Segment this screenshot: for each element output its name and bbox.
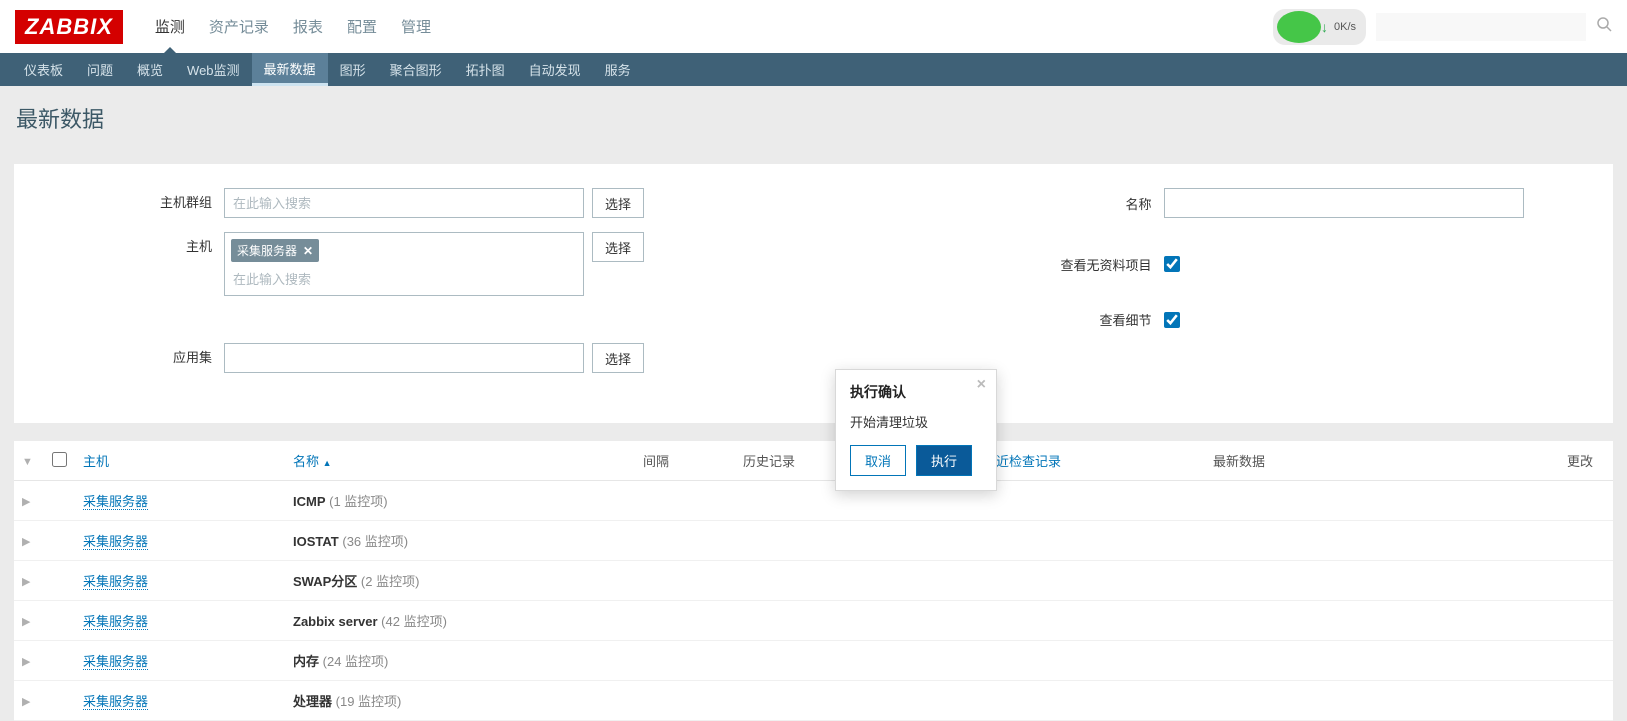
table-row: ▶ 采集服务器 Zabbix server (42 监控项) bbox=[14, 601, 1613, 641]
host-link[interactable]: 采集服务器 bbox=[83, 494, 148, 510]
sub-nav-item[interactable]: 图形 bbox=[328, 53, 378, 86]
data-table: ▼ 主机 名称 ▲ 间隔 历史记录 最近检查记录 最新数据 更改 ▶采集服务器I… bbox=[14, 441, 1613, 721]
search-icon[interactable] bbox=[1596, 16, 1612, 37]
global-search-input[interactable] bbox=[1376, 13, 1586, 41]
main-nav: 监测资产记录报表配置管理 bbox=[143, 0, 443, 53]
network-speed-widget: ↓ 0K/s bbox=[1273, 9, 1366, 45]
app-name: ICMP bbox=[293, 494, 326, 509]
sub-nav-item[interactable]: 仪表板 bbox=[12, 53, 75, 86]
appset-label: 应用集 bbox=[44, 343, 224, 373]
close-icon[interactable]: × bbox=[977, 376, 986, 394]
app-name: IOSTAT bbox=[293, 534, 339, 549]
app-count: (1 监控项) bbox=[329, 494, 388, 509]
show-no-data-checkbox[interactable] bbox=[1164, 256, 1180, 272]
sub-nav-item[interactable]: Web监测 bbox=[175, 53, 252, 86]
table-row: ▶ 采集服务器 IOSTAT (36 监控项) bbox=[14, 521, 1613, 561]
data-table-wrap: ▼ 主机 名称 ▲ 间隔 历史记录 最近检查记录 最新数据 更改 ▶采集服务器I… bbox=[14, 441, 1613, 721]
expand-row-icon[interactable]: ▶ bbox=[22, 616, 30, 628]
table-row: ▶ 采集服务器 SWAP分区 (2 监控项) bbox=[14, 561, 1613, 601]
modal-message: 开始清理垃圾 bbox=[850, 412, 982, 431]
sub-nav-item[interactable]: 聚合图形 bbox=[378, 53, 454, 86]
show-no-data-label: 查看无资料项目 bbox=[814, 255, 1164, 274]
expand-row-icon[interactable]: ▶ bbox=[22, 696, 30, 708]
table-row: ▶ 采集服务器 ICMP (1 监控项) bbox=[14, 481, 1613, 521]
col-last-check[interactable]: 最近检查记录 bbox=[975, 441, 1205, 481]
app-count: (19 监控项) bbox=[336, 694, 402, 709]
host-link[interactable]: 采集服务器 bbox=[83, 574, 148, 590]
sort-asc-icon: ▲ bbox=[323, 458, 332, 468]
app-count: (36 监控项) bbox=[342, 534, 408, 549]
remove-tag-icon[interactable]: ✕ bbox=[303, 244, 313, 258]
show-detail-label: 查看细节 bbox=[814, 310, 1164, 329]
confirm-modal: × 执行确认 开始清理垃圾 取消 执行 bbox=[835, 369, 997, 491]
sub-nav-item[interactable]: 最新数据 bbox=[252, 53, 328, 86]
sub-nav-item[interactable]: 概览 bbox=[125, 53, 175, 86]
modal-title: 执行确认 bbox=[850, 382, 982, 402]
execute-button[interactable]: 执行 bbox=[916, 445, 972, 476]
main-nav-item[interactable]: 管理 bbox=[389, 0, 443, 53]
cancel-button[interactable]: 取消 bbox=[850, 445, 906, 476]
appset-select-button[interactable]: 选择 bbox=[592, 343, 644, 373]
sub-nav: 仪表板问题概览Web监测最新数据图形聚合图形拓扑图自动发现服务 bbox=[0, 53, 1627, 86]
app-name: 内存 bbox=[293, 654, 319, 669]
appset-input[interactable] bbox=[224, 343, 584, 373]
host-tag[interactable]: 采集服务器 ✕ bbox=[231, 239, 319, 262]
top-right: ↓ 0K/s bbox=[1273, 0, 1612, 53]
page-title: 最新数据 bbox=[0, 86, 1627, 164]
filter-panel: 主机群组 选择 名称 主机 采集服务器 ✕ 选择 查看无资料项目 bbox=[14, 164, 1613, 423]
name-input[interactable] bbox=[1164, 188, 1524, 218]
sub-nav-item[interactable]: 问题 bbox=[75, 53, 125, 86]
host-link[interactable]: 采集服务器 bbox=[83, 534, 148, 550]
host-label: 主机 bbox=[44, 232, 224, 262]
name-label: 名称 bbox=[814, 194, 1164, 213]
logo[interactable]: ZABBIX bbox=[15, 10, 123, 44]
app-count: (24 监控项) bbox=[323, 654, 389, 669]
col-name[interactable]: 名称 ▲ bbox=[285, 441, 635, 481]
collapse-all-icon[interactable]: ▼ bbox=[22, 456, 33, 468]
select-all-checkbox[interactable] bbox=[52, 452, 67, 467]
app-count: (2 监控项) bbox=[361, 574, 420, 589]
show-detail-checkbox[interactable] bbox=[1164, 312, 1180, 328]
expand-row-icon[interactable]: ▶ bbox=[22, 576, 30, 588]
main-nav-item[interactable]: 资产记录 bbox=[197, 0, 281, 53]
status-indicator-icon bbox=[1277, 11, 1321, 43]
main-nav-item[interactable]: 报表 bbox=[281, 0, 335, 53]
host-link[interactable]: 采集服务器 bbox=[83, 654, 148, 670]
main-nav-item[interactable]: 配置 bbox=[335, 0, 389, 53]
sub-nav-item[interactable]: 服务 bbox=[593, 53, 643, 86]
table-row: ▶ 采集服务器 内存 (24 监控项) bbox=[14, 641, 1613, 681]
host-link[interactable]: 采集服务器 bbox=[83, 614, 148, 630]
sub-nav-item[interactable]: 拓扑图 bbox=[454, 53, 517, 86]
net-speed-value: 0K/s bbox=[1334, 21, 1356, 33]
host-search-input[interactable] bbox=[229, 268, 579, 291]
expand-row-icon[interactable]: ▶ bbox=[22, 656, 30, 668]
expand-row-icon[interactable]: ▶ bbox=[22, 496, 30, 508]
app-name: 处理器 bbox=[293, 694, 332, 709]
col-host[interactable]: 主机 bbox=[75, 441, 285, 481]
host-group-label: 主机群组 bbox=[44, 188, 224, 218]
app-name: Zabbix server bbox=[293, 614, 378, 629]
modal-actions: 取消 执行 bbox=[850, 445, 982, 476]
col-change: 更改 bbox=[1435, 441, 1613, 481]
expand-row-icon[interactable]: ▶ bbox=[22, 536, 30, 548]
app-count: (42 监控项) bbox=[381, 614, 447, 629]
table-row: ▶ 采集服务器 处理器 (19 监控项) bbox=[14, 681, 1613, 721]
col-latest-data: 最新数据 bbox=[1205, 441, 1435, 481]
host-group-select-button[interactable]: 选择 bbox=[592, 188, 644, 218]
host-tag-label: 采集服务器 bbox=[237, 242, 297, 259]
col-interval: 间隔 bbox=[635, 441, 735, 481]
top-bar: ZABBIX 监测资产记录报表配置管理 ↓ 0K/s bbox=[0, 0, 1627, 53]
host-link[interactable]: 采集服务器 bbox=[83, 694, 148, 710]
sub-nav-item[interactable]: 自动发现 bbox=[517, 53, 593, 86]
app-name: SWAP分区 bbox=[293, 574, 357, 589]
host-tag-input[interactable]: 采集服务器 ✕ bbox=[224, 232, 584, 296]
host-select-button[interactable]: 选择 bbox=[592, 232, 644, 262]
host-group-input[interactable] bbox=[224, 188, 584, 218]
download-arrow-icon: ↓ bbox=[1321, 19, 1328, 35]
main-nav-item[interactable]: 监测 bbox=[143, 0, 197, 53]
